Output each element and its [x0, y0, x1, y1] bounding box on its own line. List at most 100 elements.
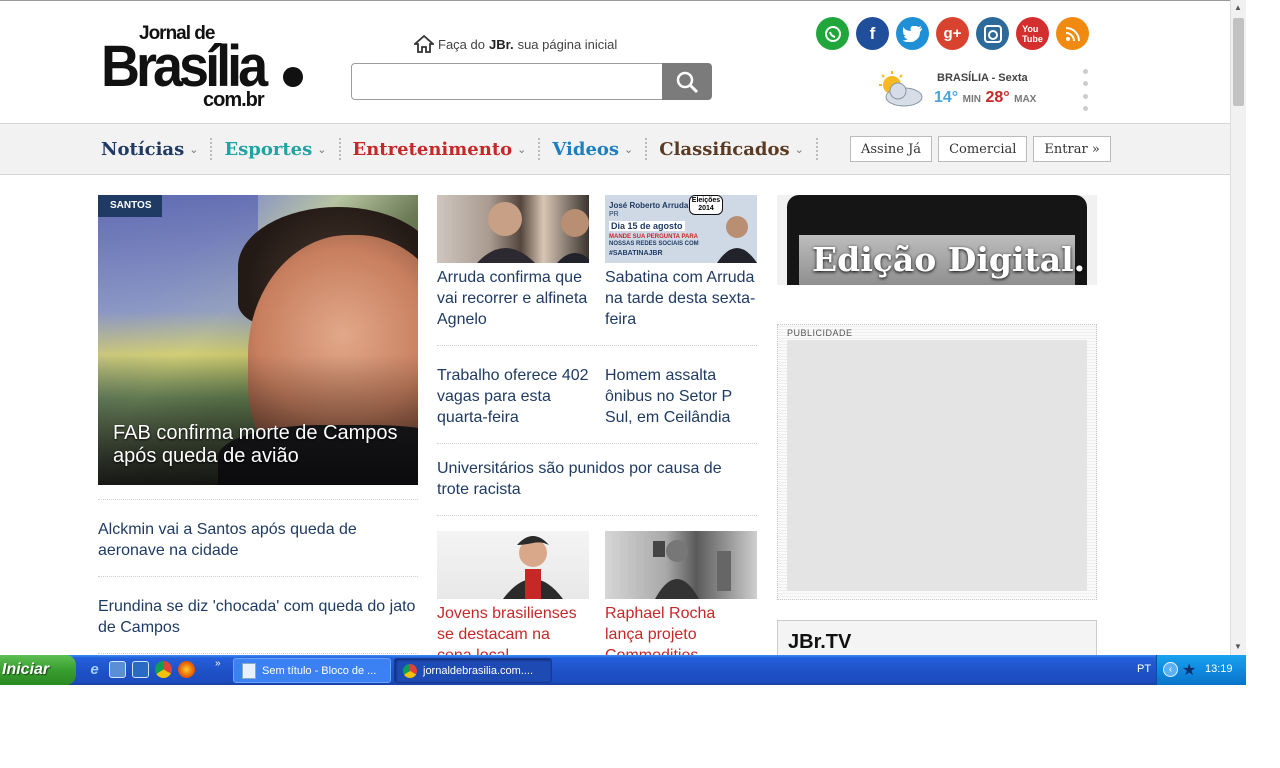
- story-thumbnail[interactable]: [437, 195, 589, 263]
- quick-launch-more-icon[interactable]: »: [215, 658, 221, 669]
- weather-max: 28°: [985, 89, 1010, 106]
- thumb-line2: MANDE SUA PERGUNTA PARA: [609, 234, 699, 240]
- nav-item-videos[interactable]: Videos ⌄: [552, 139, 645, 160]
- photo-people-icon: [477, 202, 589, 263]
- weather-pager[interactable]: [1083, 69, 1088, 111]
- show-desktop-icon[interactable]: [109, 661, 126, 678]
- task-label: jornaldebrasilia.com....: [423, 664, 534, 677]
- chrome-icon[interactable]: [155, 661, 172, 678]
- story-link[interactable]: Sabatina com Arruda na tarde desta sexta…: [605, 267, 757, 330]
- partly-cloudy-icon: [879, 71, 923, 107]
- story-link[interactable]: Homem assalta ônibus no Setor P Sul, em …: [605, 365, 757, 428]
- weather-temps: 14° MIN 28° MAX: [934, 89, 1036, 107]
- nav-item-noticias[interactable]: Notícias ⌄: [101, 139, 210, 160]
- taskbar-item-notepad[interactable]: Sem título - Bloco de ...: [233, 658, 391, 683]
- subscribe-button[interactable]: Assine Já: [850, 136, 933, 162]
- main-nav: Notícias ⌄ Esportes ⌄ Entretenimento ⌄ Vide…: [0, 123, 1230, 175]
- advertisement[interactable]: PUBLICIDADE: [777, 324, 1097, 600]
- weather-min: 14°: [934, 89, 959, 106]
- homepage-tip-brand: JBr.: [488, 36, 514, 52]
- story-link[interactable]: Arruda confirma que vai recorrer e alfin…: [437, 267, 589, 330]
- nav-separator: [538, 138, 541, 160]
- whatsapp-icon[interactable]: [816, 17, 849, 50]
- homepage-tip-prefix: Faça do: [438, 36, 485, 52]
- feature-tag[interactable]: SANTOS: [98, 195, 162, 217]
- thumb-date: Dia 15 de agosto: [609, 221, 685, 231]
- chrome-icon: [403, 663, 417, 678]
- divider: [437, 345, 757, 346]
- nav-buttons: Assine Já Comercial Entrar »: [850, 136, 1111, 162]
- chevron-down-icon: ⌄: [189, 142, 199, 156]
- chevron-down-icon: ⌄: [317, 142, 327, 156]
- jbr-tv-logo: JBr.TV: [788, 631, 852, 653]
- story-thumbnail[interactable]: [437, 531, 589, 599]
- search-icon: [676, 71, 699, 93]
- weather-widget[interactable]: BRASÍLIA - Sexta 14° MIN 28° MAX: [874, 69, 1044, 113]
- logo-dot: [283, 67, 303, 87]
- nav-item-esportes[interactable]: Esportes ⌄: [224, 139, 338, 160]
- internet-explorer-icon[interactable]: e: [86, 661, 103, 678]
- feature-story[interactable]: SANTOS FAB confirma morte de Campos após…: [98, 195, 418, 485]
- vertical-scrollbar[interactable]: ▲ ▼: [1230, 0, 1246, 655]
- social-icons: f g+ You Tube: [816, 17, 1089, 50]
- nav-label: Notícias: [101, 138, 185, 160]
- divider: [437, 515, 757, 516]
- youtube-icon[interactable]: You Tube: [1016, 17, 1049, 50]
- scrollbar-thumb[interactable]: [1233, 18, 1244, 106]
- weather-city: BRASÍLIA - Sexta: [937, 72, 1028, 84]
- site-logo[interactable]: Jornal de Brasília com.br: [101, 23, 306, 113]
- divider: [98, 576, 418, 577]
- digital-edition-banner[interactable]: Edição Digital.: [777, 195, 1097, 285]
- facebook-icon[interactable]: f: [856, 17, 889, 50]
- story-link[interactable]: Raphael Rocha lança projeto Commodities: [605, 603, 757, 655]
- chevron-down-icon: ⌄: [794, 142, 804, 156]
- homepage-tip-suffix: sua página inicial: [517, 36, 618, 52]
- nav-menu: Notícias ⌄ Esportes ⌄ Entretenimento ⌄ Vide…: [101, 124, 830, 174]
- ad-label: PUBLICIDADE: [787, 328, 853, 338]
- weather-min-label: MIN: [962, 94, 981, 105]
- story-link[interactable]: Trabalho oferece 402 vagas para esta qua…: [437, 365, 589, 428]
- commercial-button[interactable]: Comercial: [938, 136, 1028, 162]
- search-button[interactable]: [662, 63, 712, 100]
- media-player-icon[interactable]: [132, 661, 149, 678]
- scroll-down-icon[interactable]: ▼: [1234, 642, 1242, 651]
- scroll-up-icon[interactable]: ▲: [1234, 3, 1242, 12]
- ad-content: [787, 340, 1087, 591]
- thumb-badge: Eleições 2014: [689, 195, 723, 215]
- chevron-down-icon: ⌄: [517, 142, 527, 156]
- search-input[interactable]: [351, 63, 663, 100]
- nav-separator: [210, 138, 213, 160]
- twitter-icon[interactable]: [896, 17, 929, 50]
- logo-line3: com.br: [203, 89, 265, 111]
- tray-star-icon[interactable]: ★: [1182, 660, 1196, 680]
- instagram-icon[interactable]: [976, 17, 1009, 50]
- login-button[interactable]: Entrar »: [1033, 136, 1111, 162]
- home-icon: [414, 35, 434, 53]
- language-indicator[interactable]: PT: [1137, 663, 1151, 675]
- thumb-name: José Roberto Arruda: [609, 201, 689, 210]
- firefox-icon[interactable]: [178, 661, 195, 678]
- nav-label: Videos: [552, 138, 620, 160]
- nav-item-classificados[interactable]: Classificados ⌄: [659, 139, 816, 160]
- story-link[interactable]: Alckmin vai a Santos após queda de aeron…: [98, 519, 418, 561]
- weather-max-label: MAX: [1014, 94, 1037, 105]
- story-thumbnail[interactable]: [605, 531, 757, 599]
- jbr-tv-box[interactable]: JBr.TV: [777, 620, 1097, 655]
- nav-item-entretenimento[interactable]: Entretenimento ⌄: [353, 139, 539, 160]
- taskbar-item-browser[interactable]: jornaldebrasilia.com....: [394, 658, 552, 683]
- tray-expand-icon[interactable]: ‹: [1163, 662, 1178, 677]
- sabatina-thumbnail[interactable]: José Roberto Arruda PR Dia 15 de agosto …: [605, 195, 757, 263]
- google-plus-icon[interactable]: g+: [936, 17, 969, 50]
- start-button[interactable]: Iniciar: [0, 655, 76, 685]
- rss-icon[interactable]: [1056, 17, 1089, 50]
- make-homepage-link[interactable]: Faça do JBr. sua página inicial: [414, 35, 617, 53]
- windows-taskbar: Iniciar e » Sem título - Bloco de ... jo…: [0, 655, 1246, 685]
- taskbar-clock[interactable]: 13:19: [1205, 663, 1233, 675]
- feature-headline[interactable]: FAB confirma morte de Campos após queda …: [113, 422, 408, 468]
- divider: [98, 653, 418, 654]
- search-bar: [351, 63, 712, 100]
- story-link[interactable]: Erundina se diz 'chocada' com queda do j…: [98, 596, 418, 638]
- thumb-line3: NOSSAS REDES SOCIAIS COM: [609, 241, 699, 247]
- story-link[interactable]: Universitários são punidos por causa de …: [437, 458, 757, 500]
- story-link[interactable]: Jovens brasilienses se destacam na cena …: [437, 603, 589, 655]
